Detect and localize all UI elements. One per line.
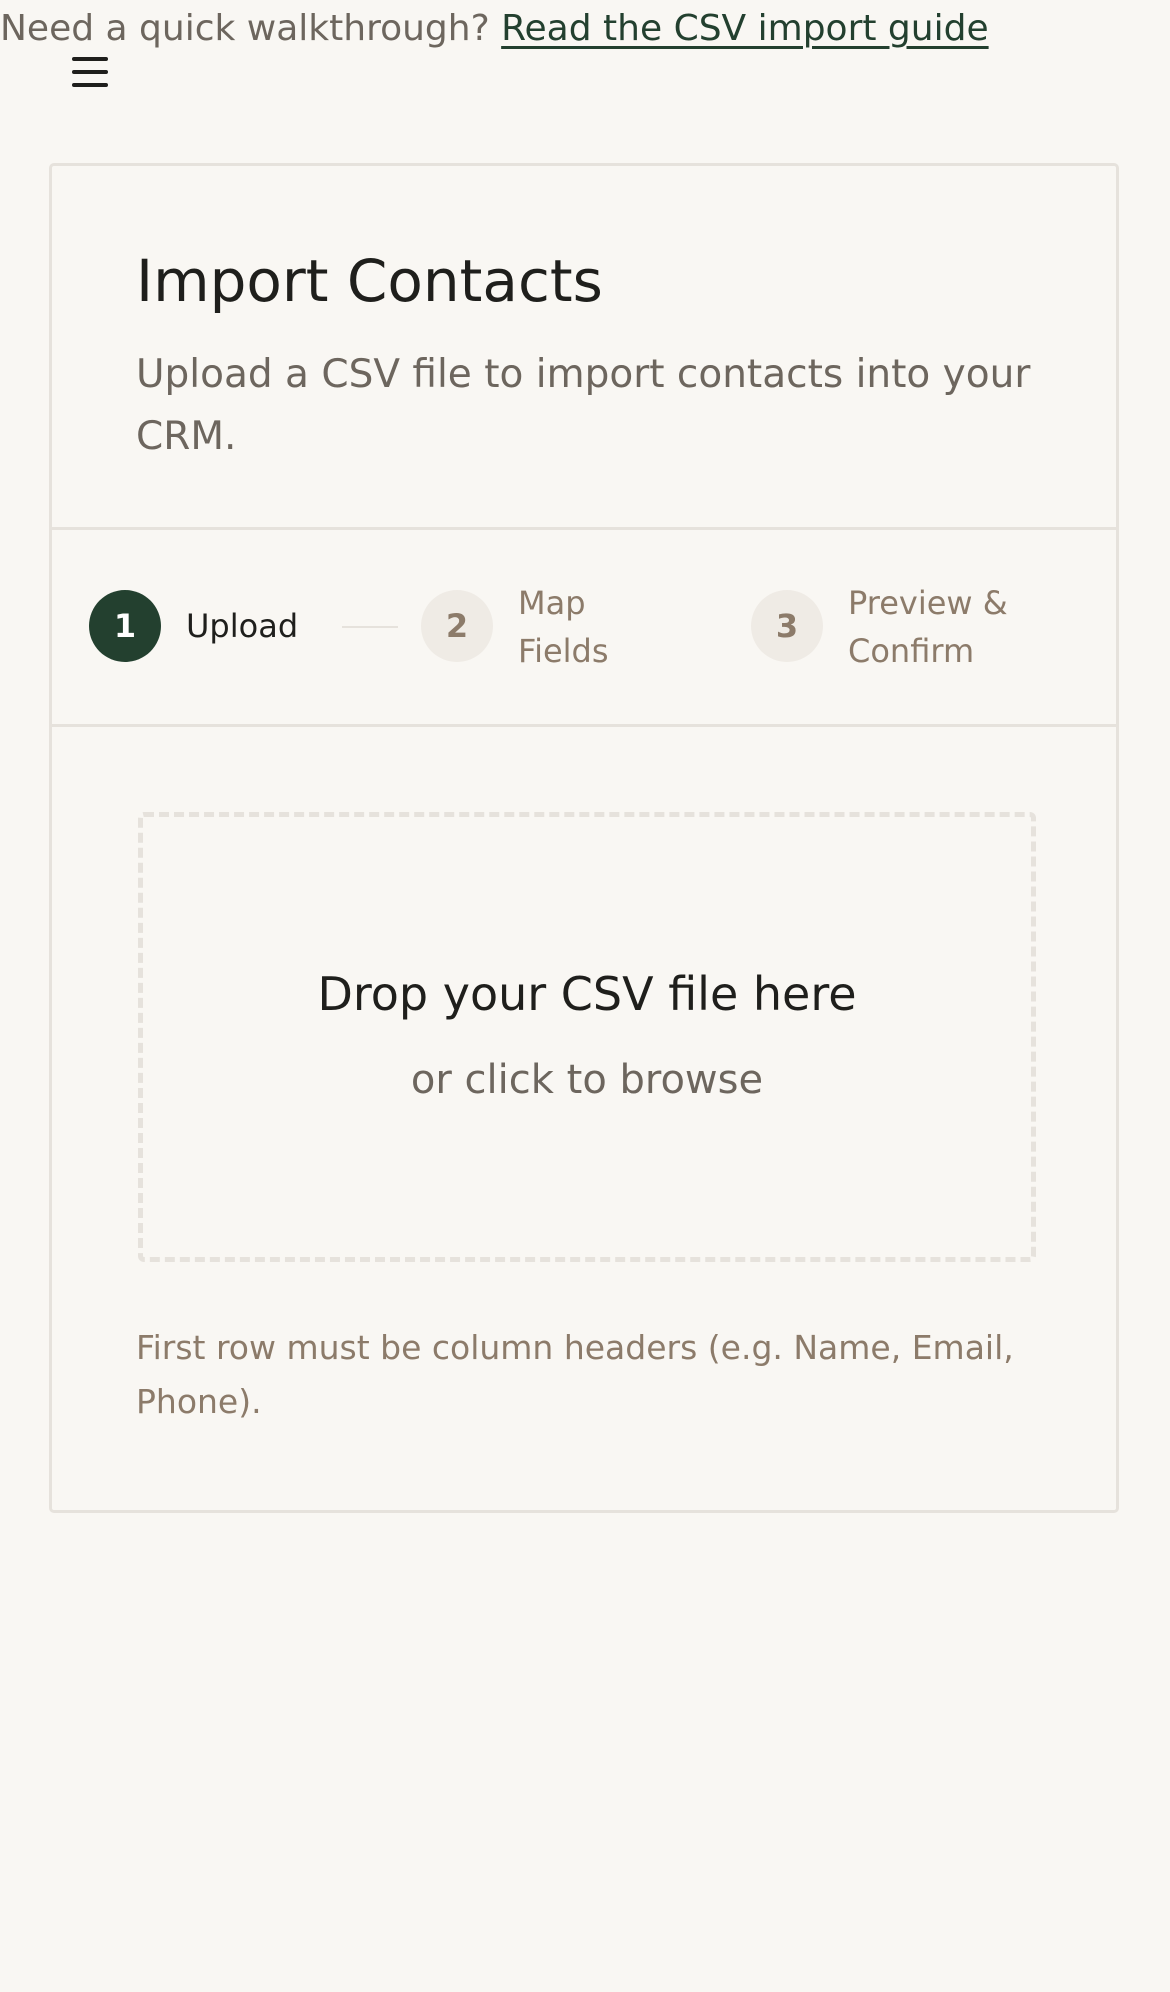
menu-bar-middle	[72, 70, 108, 74]
import-card: Import Contacts Upload a CSV file to imp…	[49, 163, 1119, 1513]
page-subtitle: Upload a CSV file to import contacts int…	[136, 352, 1031, 459]
hamburger-menu-icon[interactable]	[72, 56, 108, 88]
step-1-label: Upload	[186, 607, 299, 645]
help-prompt-text: Need a quick walkthrough?	[0, 8, 502, 49]
step-3-label: Preview & Confirm	[848, 584, 1008, 670]
csv-import-guide-link[interactable]: Read the CSV import guide	[501, 8, 988, 49]
top-help-bar: Need a quick walkthrough? Read the CSV i…	[0, 6, 989, 52]
card-header: Import Contacts Upload a CSV file to imp…	[52, 166, 1116, 530]
step-2-label: Map Fields	[518, 584, 609, 670]
step-connector	[342, 626, 398, 628]
step-3-circle: 3	[751, 590, 823, 662]
page-title: Import Contacts	[136, 247, 603, 315]
import-stepper: 1 Upload 2 Map Fields 3 Preview & Confir…	[52, 530, 1116, 727]
step-1-circle: 1	[89, 590, 161, 662]
csv-format-hint: First row must be column headers (e.g. N…	[136, 1328, 1014, 1421]
menu-bar-bottom	[72, 83, 108, 87]
dropzone-browse-text: or click to browse	[410, 1057, 764, 1103]
csv-dropzone[interactable]: Drop your CSV file here or click to brow…	[138, 812, 1036, 1262]
dropzone-title: Drop your CSV file here	[317, 967, 857, 1021]
step-2-circle: 2	[421, 590, 493, 662]
menu-bar-top	[72, 57, 108, 61]
